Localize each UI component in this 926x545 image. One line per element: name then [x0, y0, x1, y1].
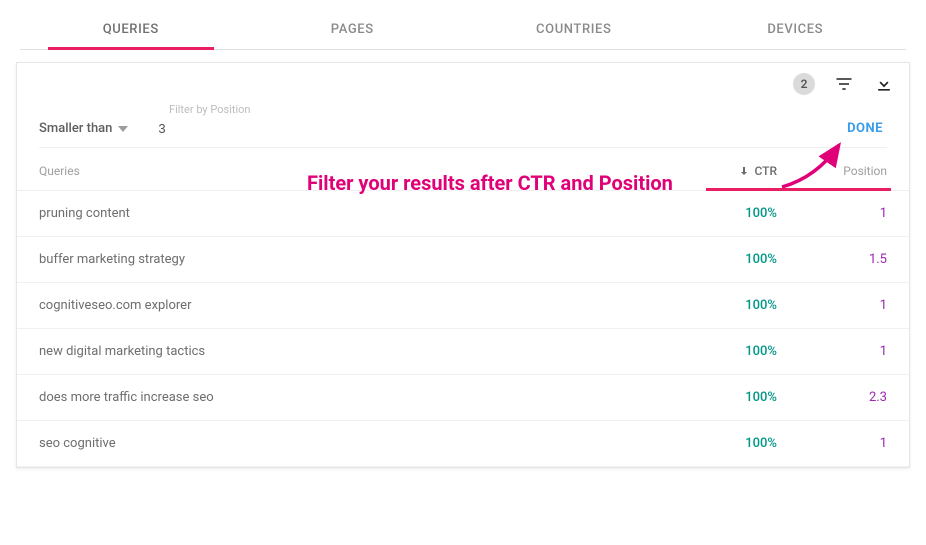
table-row[interactable]: new digital marketing tactics 100% 1: [17, 329, 909, 375]
table-row[interactable]: cognitiveseo.com explorer 100% 1: [17, 283, 909, 329]
tab-countries[interactable]: COUNTRIES: [463, 8, 685, 49]
filter-icon[interactable]: [833, 73, 855, 95]
column-queries[interactable]: Queries: [39, 164, 677, 178]
row-ctr: 100%: [677, 298, 777, 313]
column-headers: Queries CTR Position: [17, 148, 909, 191]
row-ctr: 100%: [677, 390, 777, 405]
row-query: seo cognitive: [39, 436, 677, 451]
tabs-bar: QUERIES PAGES COUNTRIES DEVICES: [20, 0, 906, 50]
tab-queries[interactable]: QUERIES: [20, 8, 242, 49]
row-position: 1.5: [777, 252, 887, 267]
table-row[interactable]: pruning content 100% 1: [17, 191, 909, 237]
row-position: 1: [777, 206, 887, 221]
filter-field-label: Filter by Position: [169, 103, 887, 116]
row-position: 1: [777, 298, 887, 313]
row-ctr: 100%: [677, 252, 777, 267]
row-position: 2.3: [777, 390, 887, 405]
table-row[interactable]: buffer marketing strategy 100% 1.5: [17, 237, 909, 283]
column-position[interactable]: Position: [777, 164, 887, 178]
row-position: 1: [777, 344, 887, 359]
selected-columns-underline: [706, 188, 891, 191]
filter-area: Filter by Position Smaller than DONE: [17, 63, 909, 148]
sort-descending-icon: [738, 165, 750, 177]
tab-devices[interactable]: DEVICES: [685, 8, 907, 49]
row-query: buffer marketing strategy: [39, 252, 677, 267]
filter-value-input[interactable]: [156, 120, 216, 137]
table-row[interactable]: seo cognitive 100% 1: [17, 421, 909, 467]
filter-count-badge: 2: [793, 73, 815, 95]
row-query: does more traffic increase seo: [39, 390, 677, 405]
download-icon[interactable]: [873, 73, 895, 95]
row-query: pruning content: [39, 206, 677, 221]
filter-operator-text: Smaller than: [39, 121, 112, 136]
chevron-down-icon: [118, 124, 128, 134]
row-position: 1: [777, 436, 887, 451]
row-ctr: 100%: [677, 206, 777, 221]
column-ctr-label: CTR: [754, 164, 777, 178]
tab-pages[interactable]: PAGES: [242, 8, 464, 49]
filter-row: Smaller than DONE: [39, 120, 887, 148]
filter-operator-dropdown[interactable]: Smaller than: [39, 121, 128, 136]
row-ctr: 100%: [677, 436, 777, 451]
column-ctr[interactable]: CTR: [677, 164, 777, 178]
row-ctr: 100%: [677, 344, 777, 359]
done-button[interactable]: DONE: [847, 121, 887, 136]
row-query: new digital marketing tactics: [39, 344, 677, 359]
results-card: Filter your results after CTR and Positi…: [16, 62, 910, 468]
card-toolbar: 2: [793, 73, 895, 95]
row-query: cognitiveseo.com explorer: [39, 298, 677, 313]
table-row[interactable]: does more traffic increase seo 100% 2.3: [17, 375, 909, 421]
